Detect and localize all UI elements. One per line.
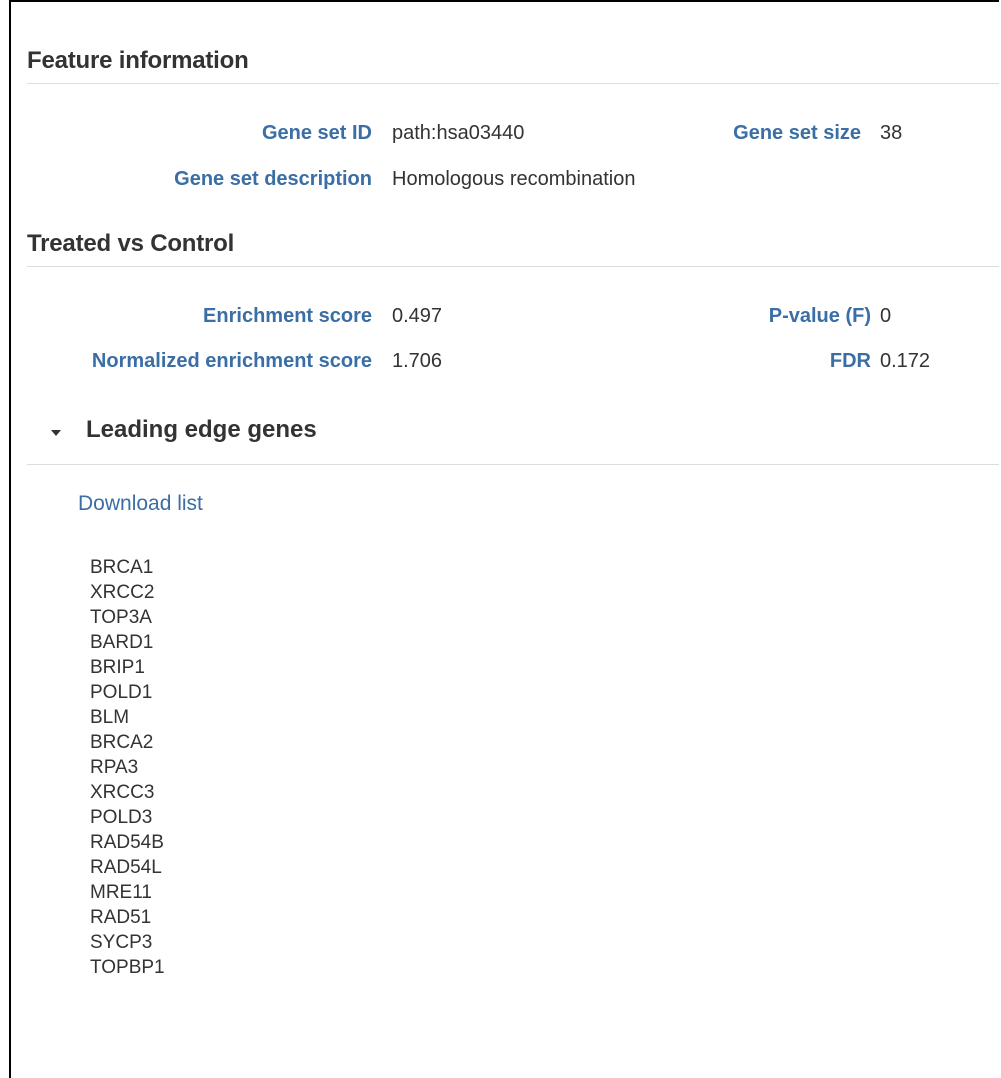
gene-list-item: RPA3 bbox=[90, 757, 139, 778]
gene-set-size-label: Gene set size bbox=[733, 122, 861, 144]
gene-set-size-value: 38 bbox=[880, 122, 903, 144]
download-list-link[interactable]: Download list bbox=[78, 492, 203, 516]
gene-list-item: BRCA2 bbox=[90, 732, 154, 753]
nes-value: 1.706 bbox=[392, 350, 443, 372]
fdr-value: 0.172 bbox=[880, 350, 931, 372]
gene-list-item: BARD1 bbox=[90, 632, 154, 653]
comparison-divider bbox=[27, 266, 999, 267]
feature-information-divider bbox=[27, 83, 999, 84]
nes-label: Normalized enrichment score bbox=[91, 350, 372, 372]
gene-set-id-label: Gene set ID bbox=[261, 122, 372, 144]
gene-list-item: SYCP3 bbox=[90, 932, 153, 953]
gene-list-item: POLD3 bbox=[90, 807, 153, 828]
leading-edge-heading[interactable]: Leading edge genes bbox=[86, 416, 317, 444]
gene-list-item: XRCC2 bbox=[90, 582, 155, 603]
gene-list-item: BRIP1 bbox=[90, 657, 145, 678]
leading-edge-divider bbox=[27, 464, 999, 465]
gene-list-item: BLM bbox=[90, 707, 130, 728]
gene-set-description-label: Gene set description bbox=[174, 168, 372, 190]
feature-panel: Feature information Gene set ID path:hsa… bbox=[9, 0, 999, 1078]
gene-list-item: POLD1 bbox=[90, 682, 153, 703]
gene-list-item: RAD54B bbox=[90, 832, 164, 853]
pvalue-value: 0 bbox=[880, 305, 892, 327]
gene-set-description-value: Homologous recombination bbox=[392, 168, 636, 190]
enrichment-score-label: Enrichment score bbox=[203, 305, 372, 327]
gene-list-item: RAD54L bbox=[90, 857, 162, 878]
gene-list-item: MRE11 bbox=[90, 882, 152, 903]
feature-information-heading: Feature information bbox=[27, 47, 249, 74]
enrichment-score-value: 0.497 bbox=[392, 305, 443, 327]
caret-down-icon bbox=[51, 430, 61, 436]
gene-list-item: XRCC3 bbox=[90, 782, 155, 803]
gene-list-item: TOP3A bbox=[90, 607, 152, 628]
gene-list-item: TOPBP1 bbox=[90, 957, 165, 978]
leading-edge-gene-list: BRCA1 XRCC2 TOP3A BARD1 BRIP1 POLD1 BLM … bbox=[90, 555, 165, 980]
gene-list-item: BRCA1 bbox=[90, 557, 154, 578]
gene-set-id-value: path:hsa03440 bbox=[392, 122, 525, 144]
gene-list-item: RAD51 bbox=[90, 907, 152, 928]
fdr-label: FDR bbox=[829, 350, 871, 372]
comparison-heading: Treated vs Control bbox=[27, 230, 235, 257]
pvalue-label: P-value (F) bbox=[768, 305, 871, 327]
